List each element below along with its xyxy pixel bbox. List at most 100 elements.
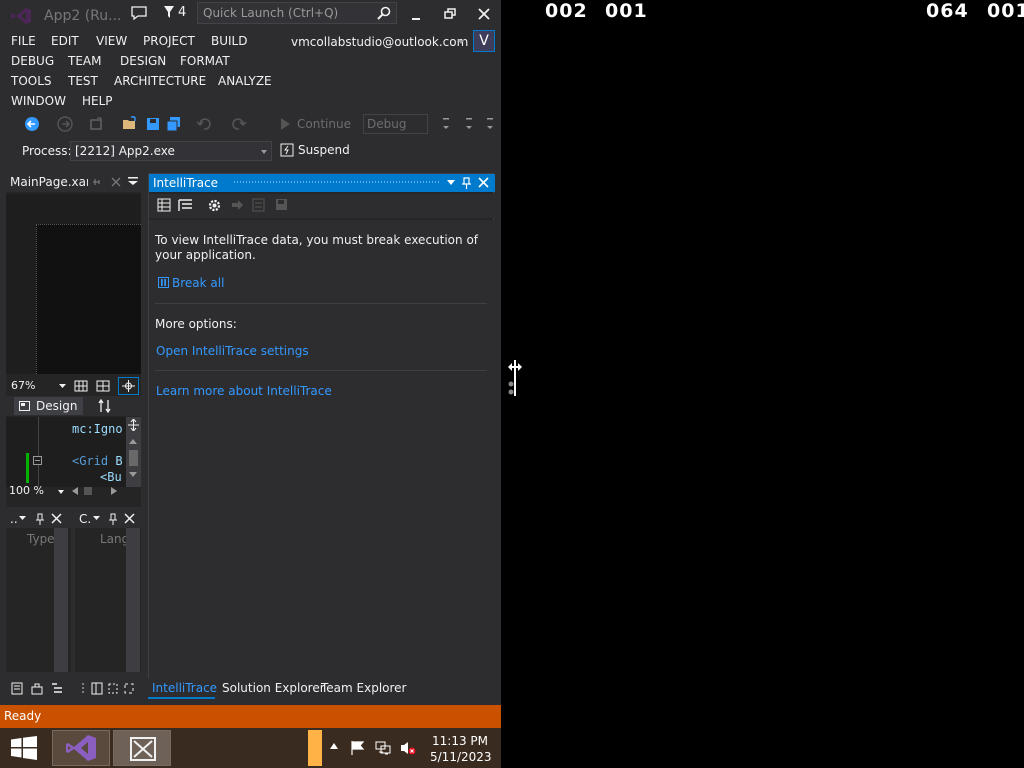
intellitrace-title-bar[interactable]: IntelliTrace <box>149 174 495 192</box>
collapse-icon[interactable] <box>33 456 42 465</box>
break-all-pause-icon[interactable] <box>158 277 169 288</box>
menu-test[interactable]: TEST <box>68 74 98 88</box>
save-icon[interactable] <box>145 116 161 132</box>
menu-design[interactable]: DESIGN <box>120 54 166 68</box>
save-log-icon[interactable] <box>275 198 288 211</box>
chevron-down-icon[interactable] <box>93 516 100 521</box>
account-dropdown-icon[interactable] <box>458 40 464 44</box>
toolbox-icon[interactable] <box>31 682 43 695</box>
account-name[interactable]: vmcollabstudio@outlook.com <box>291 35 468 49</box>
network-icon[interactable] <box>375 740 391 756</box>
menu-project[interactable]: PROJECT <box>143 34 195 48</box>
taskbar-visual-studio[interactable] <box>52 730 110 766</box>
column-header-type[interactable]: Type <box>27 532 55 546</box>
class-view-icon[interactable] <box>123 682 135 695</box>
horizontal-scrollbar-thumb[interactable] <box>84 487 92 495</box>
volume-muted-icon[interactable] <box>400 740 416 756</box>
editor-zoom-level[interactable]: 100 % <box>9 484 44 497</box>
quick-launch-input[interactable]: Quick Launch (Ctrl+Q) <box>197 2 397 24</box>
minimize-icon[interactable] <box>408 6 424 22</box>
chevron-down-icon[interactable] <box>59 384 66 389</box>
vertical-scrollbar[interactable] <box>126 417 141 487</box>
menu-view[interactable]: VIEW <box>96 34 127 48</box>
scroll-down-icon[interactable] <box>129 472 137 477</box>
toolbar-overflow-icon[interactable] <box>487 116 493 134</box>
column-header-language[interactable]: Lang <box>100 532 129 546</box>
menu-team[interactable]: TEAM <box>68 54 101 68</box>
scroll-left-icon[interactable] <box>72 487 78 495</box>
learn-more-intellitrace-link[interactable]: Learn more about IntelliTrace <box>156 384 332 398</box>
pin-icon[interactable] <box>35 513 45 525</box>
pin-icon[interactable] <box>108 513 118 525</box>
xaml-code-editor[interactable]: mc:Igno <Grid B <Bu <box>6 417 141 487</box>
menu-format[interactable]: FORMAT <box>180 54 230 68</box>
close-icon[interactable] <box>51 513 62 524</box>
navigate-next-icon[interactable] <box>231 199 244 211</box>
continue-button[interactable]: Continue <box>297 117 351 131</box>
scroll-up-icon[interactable] <box>129 439 137 444</box>
panel-layout-icon[interactable] <box>91 682 103 695</box>
windows-start-icon[interactable] <box>10 736 38 760</box>
pin-icon[interactable] <box>462 177 471 189</box>
vertical-scrollbar[interactable] <box>54 528 68 672</box>
page-preview[interactable] <box>36 224 141 374</box>
split-view-icon[interactable] <box>128 419 139 431</box>
close-icon[interactable] <box>478 177 489 188</box>
menu-architecture[interactable]: ARCHITECTURE <box>114 74 206 88</box>
restore-icon[interactable] <box>442 6 458 22</box>
taskbar-app2[interactable] <box>113 730 171 766</box>
open-file-icon[interactable] <box>122 116 138 132</box>
gear-icon[interactable] <box>207 198 222 213</box>
pin-icon[interactable] <box>92 177 102 187</box>
menu-window[interactable]: WINDOW <box>11 94 66 108</box>
events-view-icon[interactable] <box>157 198 171 212</box>
vertical-scrollbar[interactable] <box>126 528 140 672</box>
menu-debug[interactable]: DEBUG <box>11 54 54 68</box>
action-center-flag-icon[interactable] <box>350 740 366 756</box>
calls-view-icon[interactable] <box>178 198 193 212</box>
redo-icon[interactable] <box>231 116 247 132</box>
feedback-filter-icon[interactable] <box>163 5 175 19</box>
toolbar-overflow-icon[interactable] <box>466 116 472 134</box>
tab-solution-explorer[interactable]: Solution Explorer <box>222 681 325 695</box>
scroll-right-icon[interactable] <box>111 487 117 495</box>
tab-intellitrace[interactable]: IntelliTrace <box>152 681 217 695</box>
snap-to-snaplines-button[interactable] <box>118 377 139 395</box>
document-outline-icon[interactable] <box>51 682 63 695</box>
server-explorer-icon[interactable] <box>11 682 23 695</box>
snap-to-grid-icon[interactable] <box>96 380 110 392</box>
menu-tools[interactable]: TOOLS <box>11 74 52 88</box>
solution-configuration-select[interactable]: Debug <box>363 114 428 134</box>
show-grid-icon[interactable] <box>74 380 88 392</box>
undo-icon[interactable] <box>196 116 212 132</box>
swap-panes-icon[interactable] <box>98 399 111 413</box>
chevron-down-icon[interactable] <box>58 490 64 494</box>
taskbar-clock[interactable]: 11:13 PM 5/11/2023 <box>430 733 492 765</box>
navigate-back-icon[interactable] <box>24 116 40 132</box>
menu-help[interactable]: HELP <box>82 94 113 108</box>
close-icon[interactable] <box>111 177 121 187</box>
navigate-forward-icon[interactable] <box>57 116 73 132</box>
taskbar-notification-area-handle[interactable] <box>308 730 322 766</box>
continue-play-icon[interactable] <box>277 116 293 132</box>
scrollbar-thumb[interactable] <box>129 450 138 466</box>
close-icon[interactable] <box>476 6 492 22</box>
properties-icon[interactable] <box>107 682 119 695</box>
search-icon[interactable] <box>376 5 392 21</box>
designer-zoom-level[interactable]: 67% <box>11 379 35 392</box>
menu-build[interactable]: BUILD <box>211 34 247 48</box>
menu-edit[interactable]: EDIT <box>51 34 79 48</box>
save-all-icon[interactable] <box>166 116 182 132</box>
window-menu-dropdown-icon[interactable] <box>447 180 455 185</box>
chevron-down-icon[interactable] <box>19 516 26 521</box>
design-surface[interactable] <box>6 194 141 374</box>
account-avatar[interactable]: V <box>473 30 495 52</box>
document-tab-mainpage[interactable]: MainPage.xaml <box>6 172 141 192</box>
close-icon[interactable] <box>124 513 135 524</box>
toolbar-overflow-icon[interactable] <box>443 116 449 134</box>
notification-icon[interactable] <box>130 5 148 21</box>
menu-analyze[interactable]: ANALYZE <box>218 74 272 88</box>
break-all-link[interactable]: Break all <box>172 276 224 290</box>
new-project-icon[interactable] <box>88 116 104 132</box>
show-hidden-icons-icon[interactable] <box>330 743 338 749</box>
